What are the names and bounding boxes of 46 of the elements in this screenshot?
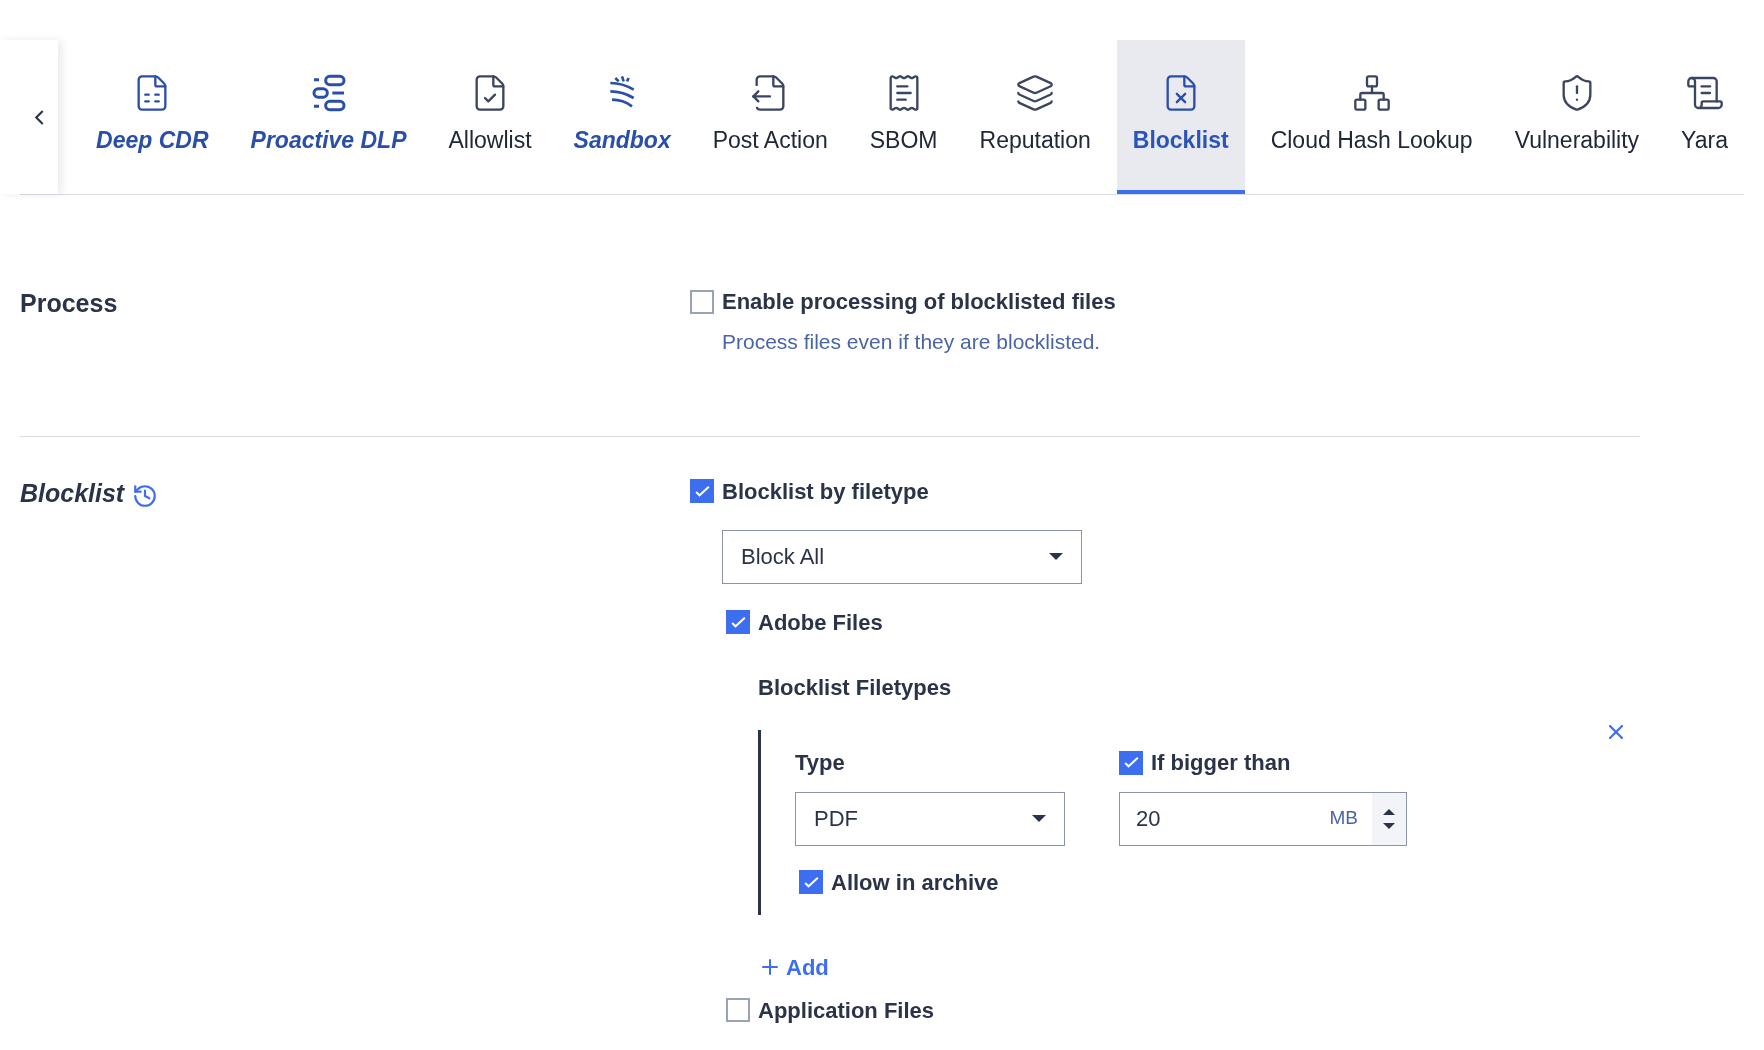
up-caret-icon (1383, 808, 1395, 815)
checkbox[interactable] (726, 998, 750, 1022)
check-icon (694, 485, 710, 497)
caret-icon (1032, 815, 1046, 822)
tab[interactable]: Blocklist (1116, 40, 1245, 194)
checkbox[interactable] (799, 870, 823, 894)
type-dropdown[interactable]: PDF (795, 791, 1065, 846)
history-icon (132, 483, 159, 510)
field-label: Type (795, 748, 846, 777)
check-icon (1123, 757, 1139, 768)
add-button[interactable]: Add (758, 950, 829, 984)
tab[interactable]: Sandbox (557, 40, 687, 194)
layers-icon (1015, 72, 1056, 113)
checkbox[interactable] (690, 289, 714, 314)
tab[interactable]: Post Action (696, 40, 844, 194)
tab[interactable]: Proactive DLP (234, 40, 423, 194)
checkbox-label: Blocklist by filetype (722, 477, 929, 506)
description-text: Process files even if they are blocklisted. (722, 329, 1102, 355)
checkbox-label: Enable processing of blocklisted files (722, 288, 1116, 316)
chevron-left-icon (34, 109, 44, 125)
checkbox-label: If bigger than (1151, 749, 1291, 777)
tab[interactable]: Cloud Hash Lookup (1254, 40, 1489, 194)
caret-icon (1049, 553, 1063, 560)
tab[interactable]: Yara (1665, 40, 1744, 194)
checkbox[interactable] (690, 479, 714, 503)
mode-dropdown[interactable]: Block All (722, 529, 1082, 584)
tab[interactable]: Vulnerability (1498, 40, 1656, 194)
checkbox[interactable] (726, 610, 750, 634)
tab[interactable]: SBOM (853, 40, 954, 194)
size-input[interactable]: 20 MB (1119, 791, 1407, 846)
section-title: Process (20, 289, 118, 317)
tab[interactable]: Deep CDR (80, 40, 225, 194)
unit-label: MB (1329, 806, 1358, 831)
checkbox-label: Allow in archive (831, 868, 999, 897)
tab[interactable]: Reputation (963, 40, 1107, 194)
check-icon (803, 876, 819, 888)
checkbox[interactable] (1119, 750, 1143, 775)
checkbox-label: Application Files (758, 996, 935, 1025)
tab[interactable]: Allowlist (432, 40, 548, 194)
section-title: Blocklist (20, 477, 125, 509)
subsection-title: Blocklist Filetypes (758, 673, 953, 702)
check-icon (730, 616, 746, 628)
checkbox-label: Adobe Files (758, 608, 883, 637)
spinner[interactable] (1372, 792, 1406, 845)
network-icon (1351, 72, 1392, 113)
down-caret-icon (1383, 822, 1395, 829)
